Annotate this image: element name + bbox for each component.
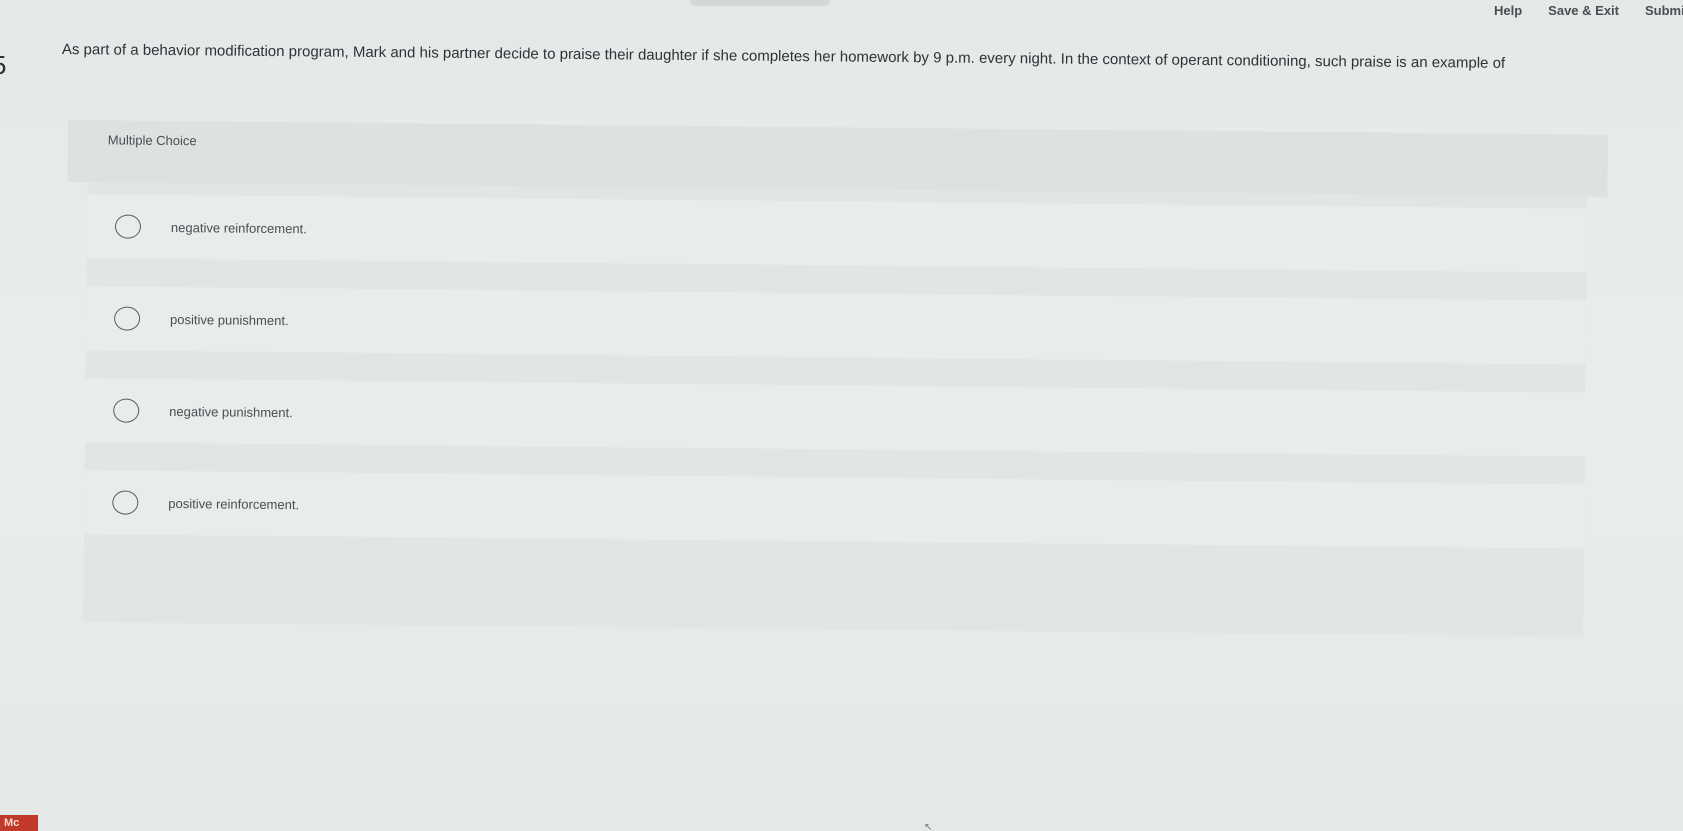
question-prompt: As part of a behavior modification progr… [61, 40, 1506, 72]
answer-option-label: positive punishment. [170, 311, 289, 328]
question-number: 5 [0, 50, 6, 81]
mcgraw-hill-logo: Mc [0, 815, 38, 831]
answer-option-negative-reinforcement[interactable]: negative reinforcement. [86, 194, 1588, 273]
submit-link[interactable]: Submit [1645, 3, 1683, 18]
answer-option-label: negative punishment. [169, 403, 293, 420]
top-tab-handle[interactable] [690, 0, 830, 6]
help-link[interactable]: Help [1494, 3, 1522, 18]
radio-button-icon[interactable] [113, 306, 141, 331]
top-navigation: Help Save & Exit Submit [1468, 0, 1683, 20]
radio-button-icon[interactable] [114, 214, 142, 239]
save-exit-link[interactable]: Save & Exit [1548, 3, 1619, 18]
answer-option-positive-punishment[interactable]: positive punishment. [85, 286, 1587, 365]
mouse-cursor-icon: ↖ [924, 822, 933, 831]
answer-options: negative reinforcement. positive punishm… [83, 182, 1588, 637]
radio-button-icon[interactable] [113, 398, 140, 423]
answer-option-label: negative reinforcement. [170, 219, 307, 236]
quiz-page: Help Save & Exit Submit 5 As part of a b… [0, 0, 1683, 831]
answer-option-positive-reinforcement[interactable]: positive reinforcement. [84, 470, 1585, 549]
multiple-choice-panel: Multiple Choice negative reinforcement. … [63, 120, 1608, 637]
answer-option-negative-punishment[interactable]: negative punishment. [84, 378, 1586, 457]
answer-option-label: positive reinforcement. [168, 495, 300, 512]
radio-button-icon[interactable] [112, 490, 139, 515]
